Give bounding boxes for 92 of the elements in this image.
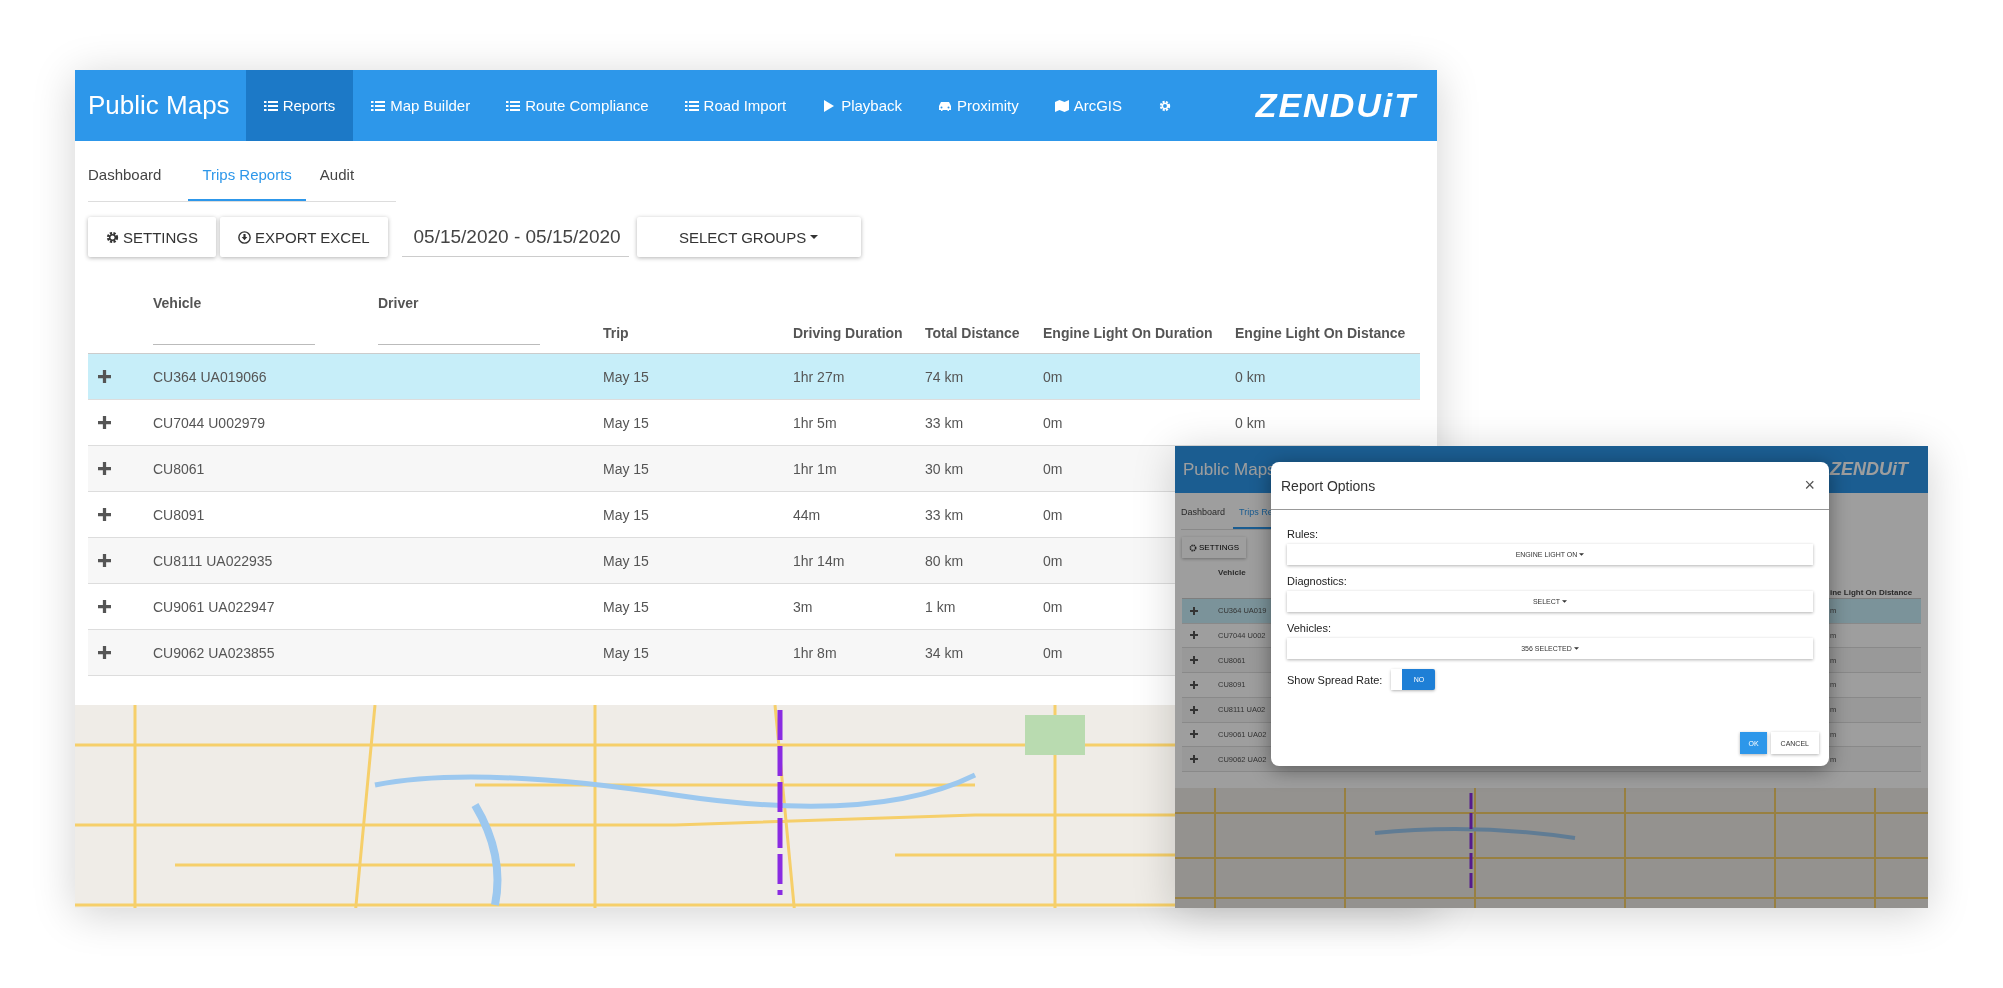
table-cell: CU364 UA019066 (153, 368, 267, 385)
table-cell: 1 km (925, 598, 956, 615)
caret-icon (1562, 600, 1568, 603)
table-cell: 1hr 1m (793, 460, 837, 477)
table-cell: May 15 (603, 506, 649, 523)
caret-icon (1579, 553, 1585, 556)
date-range-field[interactable]: 05/15/2020 - 05/15/2020 (401, 217, 629, 257)
table-cell: 0m (1043, 368, 1063, 385)
close-button[interactable]: × (1800, 475, 1819, 496)
car-icon (938, 99, 953, 112)
table-cell: May 15 (603, 460, 649, 477)
table-cell: CU9062 UA023855 (153, 644, 275, 661)
table-cell: 33 km (925, 506, 964, 523)
list-icon (506, 99, 521, 112)
expand-icon[interactable] (98, 646, 111, 659)
table-cell: 1hr 14m (793, 552, 845, 569)
expand-icon[interactable] (1190, 631, 1198, 640)
table-cell: 3m (793, 598, 813, 615)
expand-icon[interactable] (1190, 730, 1198, 739)
table-row[interactable]: CU364 UA019066 May 15 1hr 27m 74 km 0m 0 km (88, 354, 1420, 400)
expand-icon[interactable] (98, 508, 111, 521)
expand-icon[interactable] (98, 554, 111, 567)
column-header: ine Light On Distance (1830, 588, 1913, 597)
settings-button[interactable]: SETTINGS (88, 217, 216, 257)
column-header: Vehicle (1218, 568, 1246, 577)
table-cell: 74 km (925, 368, 964, 385)
export-button[interactable]: EXPORT EXCEL (220, 217, 388, 257)
table-cell: May 15 (603, 414, 649, 431)
table-cell: CU8091 (153, 506, 205, 523)
table-cell: 33 km (925, 414, 964, 431)
expand-icon[interactable] (1190, 755, 1198, 764)
table-cell: 44m (793, 506, 821, 523)
map-icon (1054, 99, 1069, 112)
table-cell: 34 km (925, 644, 964, 661)
table-cell: 0m (1043, 414, 1063, 431)
expand-icon[interactable] (1190, 656, 1198, 665)
select-groups-button[interactable]: SELECT GROUPS (636, 217, 861, 257)
field-label: Diagnostics: (1287, 575, 1348, 587)
field-label: Show Spread Rate: (1287, 673, 1383, 686)
table-cell: 0 km (1235, 368, 1266, 385)
column-header: Driving Duration (793, 325, 904, 341)
page-tab[interactable]: Dashboard (88, 150, 176, 201)
table-cell: May 15 (603, 552, 649, 569)
table-cell: 80 km (925, 552, 964, 569)
table-cell: 0 km (1235, 414, 1266, 431)
column-header: Driver (378, 295, 420, 311)
table-cell: 0m (1043, 460, 1063, 477)
table-cell: May 15 (603, 598, 649, 615)
settings-icon (1158, 99, 1173, 112)
dialog-title: Report Options (1281, 477, 1376, 494)
table-cell: 0m (1043, 644, 1063, 661)
expand-icon[interactable] (98, 416, 111, 429)
expand-icon[interactable] (1190, 606, 1198, 615)
list-icon (263, 99, 278, 112)
page-tab[interactable]: Audit (319, 150, 369, 201)
table-cell: CU8111 UA022935 (153, 552, 273, 569)
app-title: Public Maps (87, 90, 231, 121)
table-cell: CU8061 (153, 460, 205, 477)
column-header: Trip (603, 325, 630, 341)
column-header: Engine Light On Duration (1043, 325, 1214, 341)
expand-icon[interactable] (98, 370, 111, 383)
expand-icon[interactable] (1190, 680, 1198, 689)
logo: ZENDUiT (1255, 86, 1419, 125)
logo: ZENDUiT (1830, 459, 1911, 480)
table-cell: 1hr 8m (793, 644, 837, 661)
table-cell: 1hr 27m (793, 368, 845, 385)
column-header: Engine Light On Distance (1235, 325, 1407, 341)
table-cell: 1hr 5m (793, 414, 837, 431)
nav-tab[interactable]: Reports (245, 70, 354, 141)
settings-button[interactable]: SETTINGS (1182, 537, 1246, 558)
list-icon (371, 99, 386, 112)
column-header: Total Distance (925, 325, 1021, 341)
table-cell: May 15 (603, 368, 649, 385)
column-header: Vehicle (153, 295, 203, 311)
list-icon (684, 99, 699, 112)
table-cell: CU7044 U002979 (153, 414, 266, 431)
settings-icon (106, 230, 119, 244)
expand-icon[interactable] (1190, 705, 1198, 714)
caret-icon (1573, 647, 1579, 650)
page-tab[interactable]: Dashboard (1181, 497, 1234, 529)
table-cell: 30 km (925, 460, 964, 477)
settings-icon (1189, 543, 1197, 552)
expand-icon[interactable] (98, 462, 111, 475)
field-label: Rules: (1287, 528, 1320, 540)
table-cell: 0m (1043, 598, 1063, 615)
table-cell: 0m (1043, 506, 1063, 523)
table-cell: May 15 (603, 644, 649, 661)
expand-icon[interactable] (98, 600, 111, 613)
table-cell: 0m (1043, 552, 1063, 569)
caret-icon (810, 235, 819, 239)
table-cell: CU9061 UA022947 (153, 598, 275, 615)
download-icon (238, 230, 251, 244)
